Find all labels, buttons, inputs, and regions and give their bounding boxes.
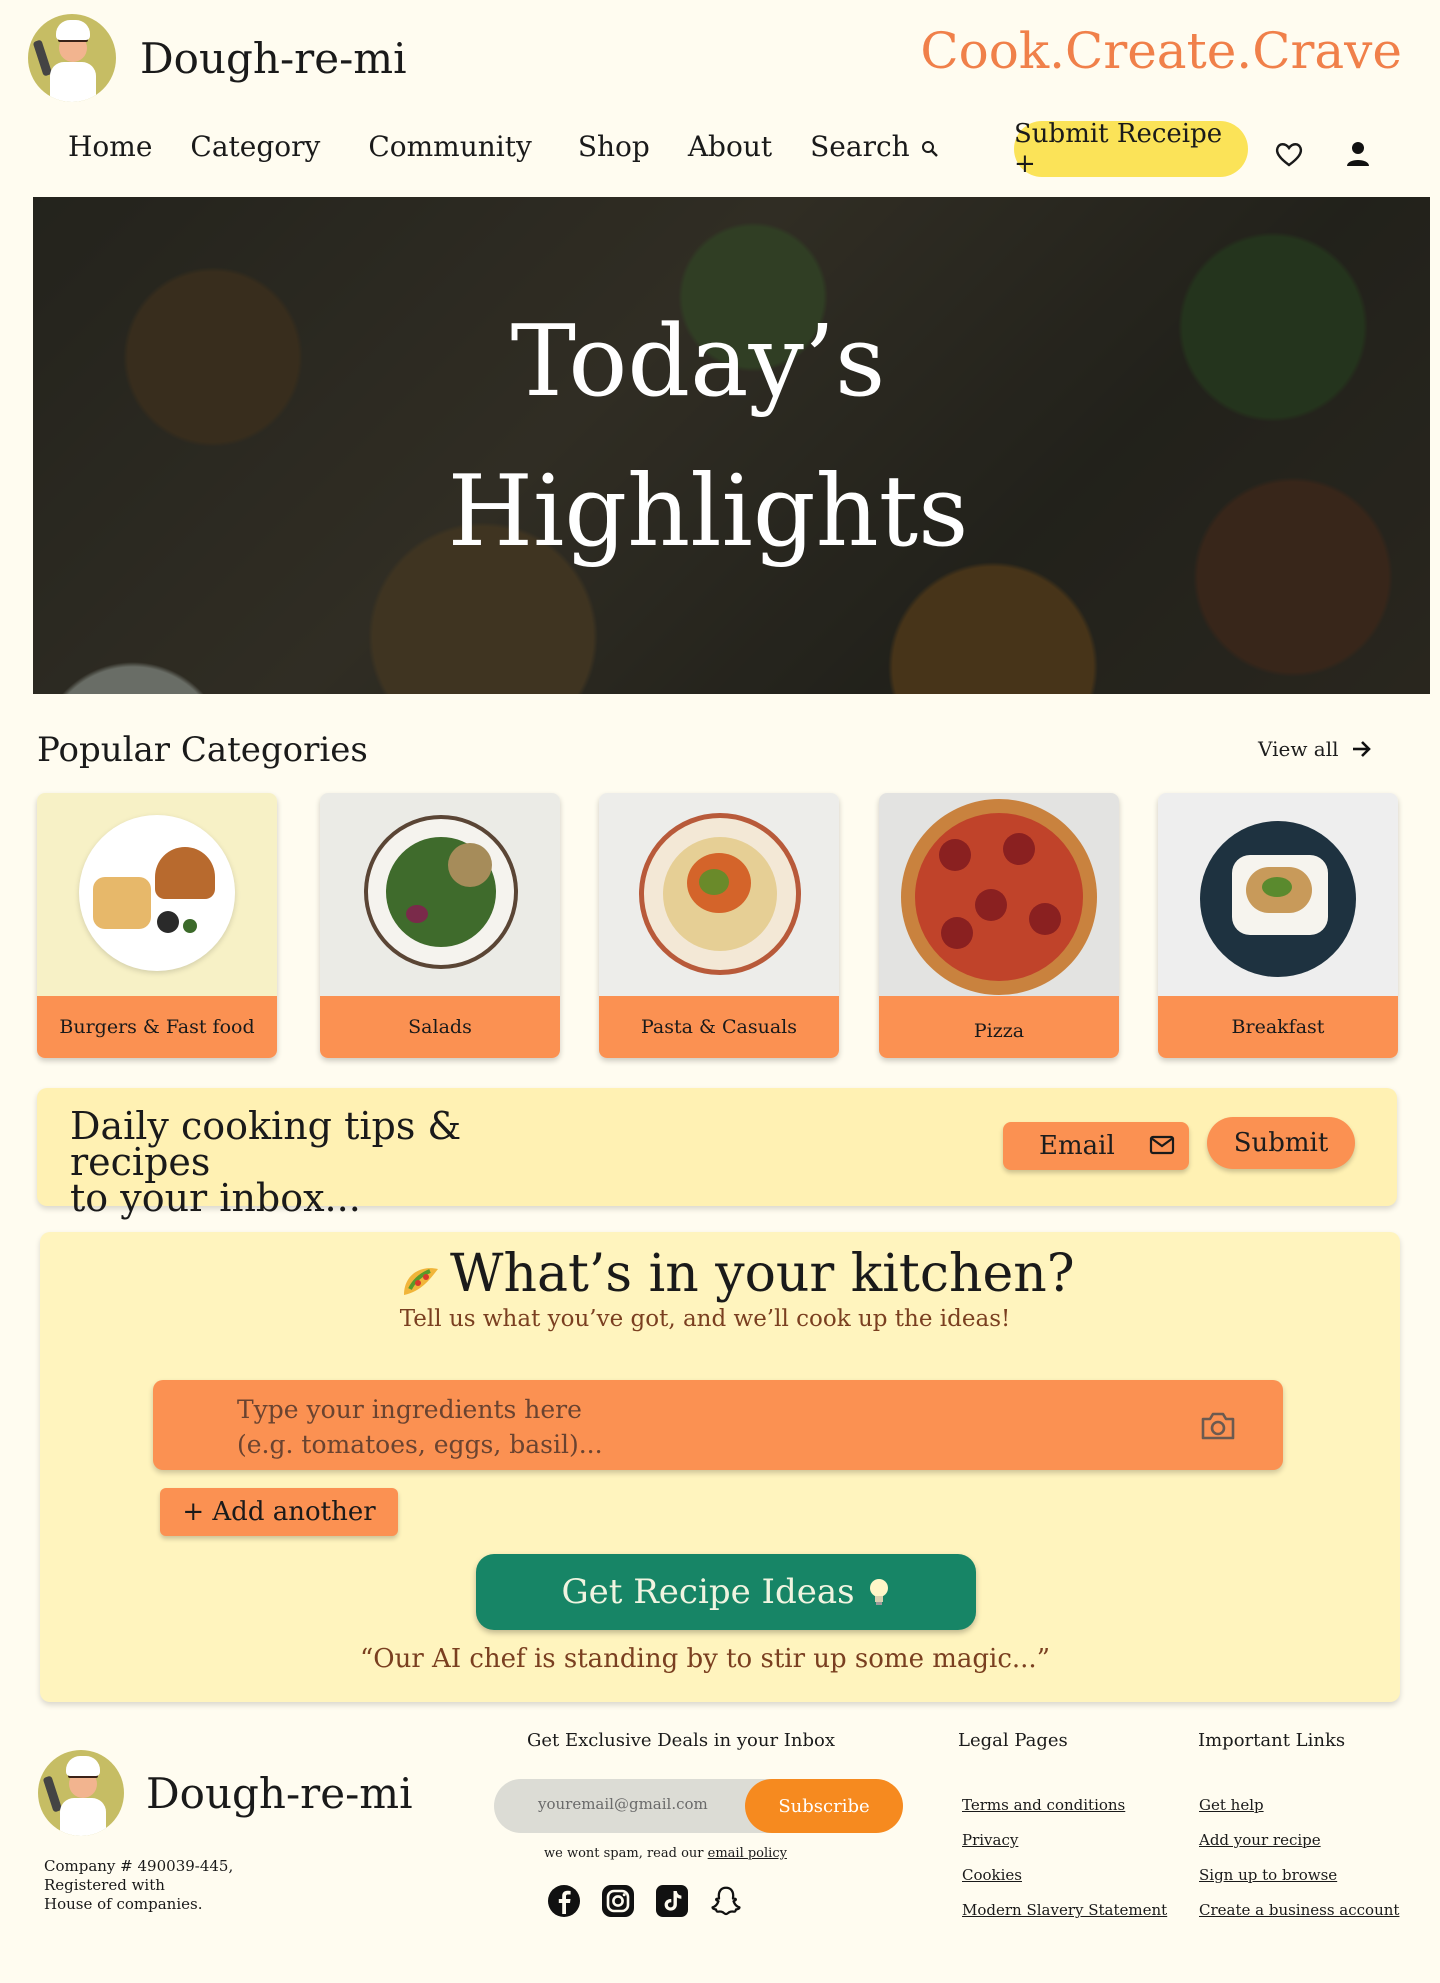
nav-search-label: Search (810, 130, 910, 163)
category-card-salads[interactable]: Salads (320, 793, 560, 1058)
link-get-help[interactable]: Get help (1199, 1795, 1399, 1816)
kitchen-subtitle: Tell us what you’ve got, and we’ll cook … (399, 1306, 1011, 1332)
link-add-recipe[interactable]: Add your recipe (1199, 1830, 1399, 1851)
ingredients-placeholder-line1: Type your ingredients here (237, 1395, 582, 1424)
category-card-pizza[interactable]: Pizza (879, 793, 1119, 1058)
get-recipe-ideas-button[interactable]: Get Recipe Ideas (476, 1554, 976, 1630)
ingredients-input[interactable]: Type your ingredients here (e.g. tomatoe… (153, 1380, 1283, 1470)
newsletter-email-field[interactable]: Email (1003, 1122, 1189, 1170)
legal-link-modern-slavery[interactable]: Modern Slavery Statement (962, 1900, 1167, 1921)
chef-logo-icon (38, 1750, 124, 1836)
view-all-link[interactable]: View all (1258, 737, 1373, 761)
brand-tagline: Cook.Create.Crave (920, 22, 1402, 80)
search-icon (919, 130, 941, 163)
nav-community[interactable]: Community (368, 130, 531, 163)
link-business-account[interactable]: Create a business account (1199, 1900, 1399, 1921)
category-card-breakfast[interactable]: Breakfast (1158, 793, 1398, 1058)
mail-icon (1149, 1135, 1175, 1155)
footer-brand-name: Dough-re-mi (146, 1768, 413, 1818)
link-sign-up[interactable]: Sign up to browse (1199, 1865, 1399, 1886)
add-another-button[interactable]: + Add another (160, 1488, 398, 1536)
burger-plate-image (37, 793, 277, 996)
important-links: Get help Add your recipe Sign up to brow… (1199, 1795, 1399, 1921)
nav-about[interactable]: About (688, 130, 772, 163)
spam-text: we wont spam, read our (544, 1846, 704, 1861)
company-line3: House of companies. (44, 1895, 203, 1913)
company-info: Company # 490039-445, Registered with Ho… (44, 1857, 264, 1914)
important-links-title: Important Links (1198, 1730, 1346, 1751)
popular-categories-title: Popular Categories (37, 730, 368, 770)
kitchen-title-text: What’s in your kitchen? (450, 1244, 1075, 1304)
tiktok-icon[interactable] (655, 1884, 689, 1918)
ingredients-placeholder-line2: (e.g. tomatoes, eggs, basil)... (237, 1430, 603, 1459)
subscribe-button[interactable]: Subscribe (745, 1779, 903, 1833)
nav-search[interactable]: Search (810, 130, 940, 163)
kitchen-panel: What’s in your kitchen? Tell us what you… (40, 1232, 1400, 1702)
snapchat-icon[interactable] (709, 1884, 743, 1918)
newsletter-line2: to your inbox... (70, 1176, 361, 1220)
nav-shop[interactable]: Shop (578, 130, 650, 163)
category-label: Pizza (879, 996, 1119, 1058)
company-line2: Registered with (44, 1876, 165, 1894)
legal-pages-title: Legal Pages (958, 1730, 1068, 1751)
nav-home[interactable]: Home (68, 130, 152, 163)
category-label: Pasta & Casuals (599, 996, 839, 1058)
company-line1: Company # 490039-445, (44, 1857, 234, 1875)
camera-icon[interactable] (1199, 1410, 1237, 1451)
lightbulb-icon (869, 1579, 888, 1605)
email-label: Email (1039, 1131, 1115, 1161)
deals-title: Get Exclusive Deals in your Inbox (527, 1730, 835, 1751)
newsletter-text: Daily cooking tips & recipes to your inb… (70, 1104, 590, 1220)
category-card-pasta[interactable]: Pasta & Casuals (599, 793, 839, 1058)
chef-logo-icon (28, 14, 116, 102)
pizza-image (879, 793, 1119, 996)
social-links (547, 1884, 743, 1918)
hero-banner: Today’s Highlights (33, 197, 1430, 694)
submit-recipe-button[interactable]: Submit Receipe + (1014, 119, 1248, 179)
brand-name: Dough-re-mi (140, 33, 407, 83)
newsletter-line1: Daily cooking tips & recipes (70, 1104, 462, 1184)
get-recipe-label: Get Recipe Ideas (561, 1572, 855, 1612)
newsletter-banner: Daily cooking tips & recipes to your inb… (37, 1088, 1397, 1217)
brand-logo[interactable]: Dough-re-mi (28, 14, 407, 102)
view-all-label: View all (1258, 737, 1339, 761)
hero-title: Today’s Highlights (33, 287, 1343, 587)
category-card-burgers[interactable]: Burgers & Fast food (37, 793, 277, 1058)
pasta-bowl-image (599, 793, 839, 996)
legal-link-privacy[interactable]: Privacy (962, 1830, 1167, 1851)
facebook-icon[interactable] (547, 1884, 581, 1918)
hero-title-line2: Highlights (447, 455, 969, 569)
footer-brand-logo[interactable]: Dough-re-mi (38, 1750, 413, 1836)
heart-icon[interactable] (1274, 140, 1304, 172)
category-label: Breakfast (1158, 996, 1398, 1058)
legal-link-terms[interactable]: Terms and conditions (962, 1795, 1167, 1816)
main-nav: Home Category Community Shop About Searc… (68, 130, 941, 163)
email-policy-link[interactable]: email policy (708, 1846, 787, 1861)
user-icon[interactable] (1344, 140, 1372, 172)
legal-links: Terms and conditions Privacy Cookies Mod… (962, 1795, 1167, 1921)
category-label: Burgers & Fast food (37, 996, 277, 1058)
newsletter-submit-button[interactable]: Submit (1207, 1117, 1355, 1169)
breakfast-plate-image (1158, 793, 1398, 996)
nav-category[interactable]: Category (190, 130, 320, 163)
instagram-icon[interactable] (601, 1884, 635, 1918)
spam-note: we wont spam, read our email policy (544, 1846, 787, 1861)
salad-bowl-image (320, 793, 560, 996)
arrow-right-icon (1352, 741, 1371, 757)
ai-chef-quote: “Our AI chef is standing by to stir up s… (360, 1644, 1050, 1674)
kitchen-title: What’s in your kitchen? (400, 1244, 1075, 1304)
category-label: Salads (320, 996, 560, 1058)
hero-title-line1: Today’s (510, 305, 886, 419)
legal-link-cookies[interactable]: Cookies (962, 1865, 1167, 1886)
taco-icon (400, 1254, 440, 1295)
